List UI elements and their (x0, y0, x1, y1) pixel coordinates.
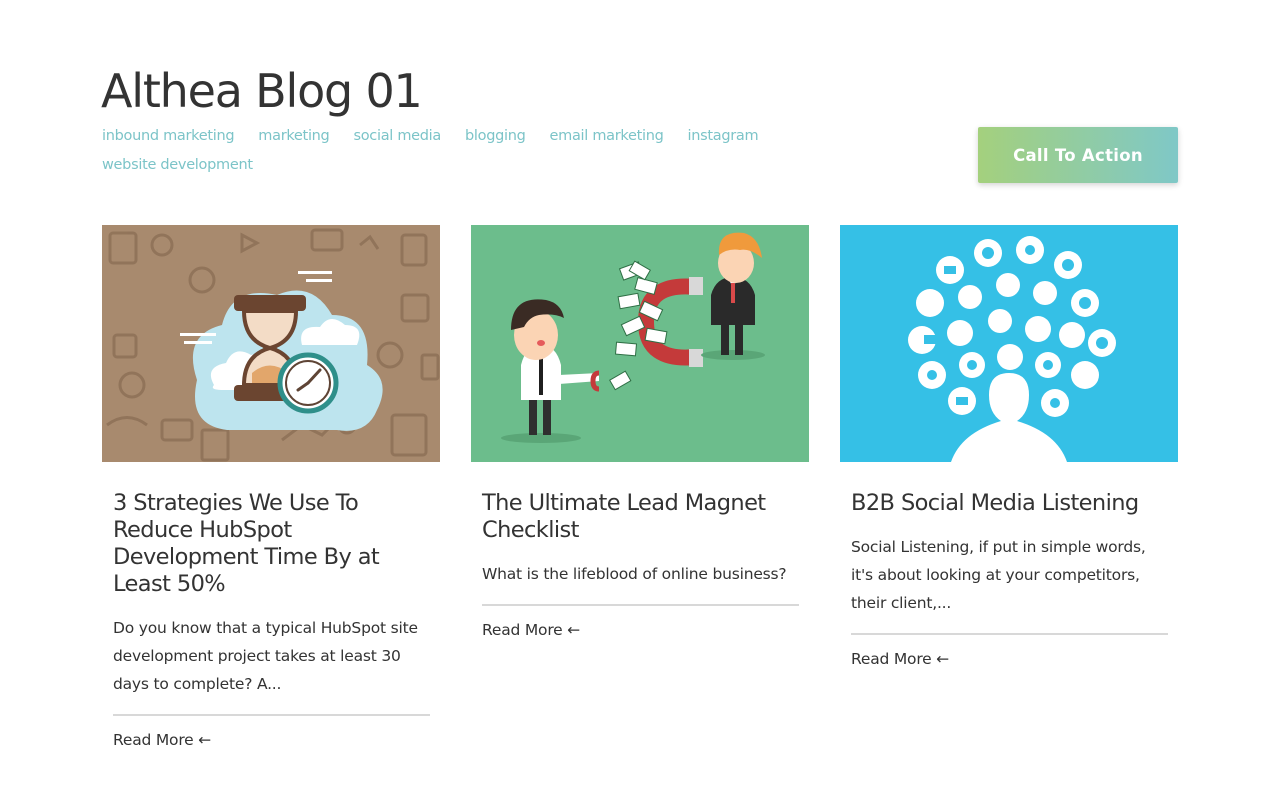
page: Althea Blog 01 inbound marketing marketi… (0, 0, 1280, 804)
divider (851, 633, 1168, 635)
post-excerpt: Do you know that a typical HubSpot site … (113, 619, 418, 693)
tag-email-marketing[interactable]: email marketing (550, 126, 664, 147)
tag-list: inbound marketing marketing social media… (102, 126, 822, 176)
tag-website-development[interactable]: website development (102, 155, 253, 176)
read-more-link[interactable]: Read More ← (113, 731, 211, 749)
tag-inbound-marketing[interactable]: inbound marketing (102, 126, 235, 147)
tag-marketing[interactable]: marketing (258, 126, 329, 147)
post-thumbnail-link[interactable] (102, 225, 440, 462)
post-title[interactable]: The Ultimate Lead Magnet Checklist (482, 490, 798, 544)
divider (113, 714, 430, 716)
post-card: B2B Social Media Listening Social Listen… (840, 225, 1178, 669)
magnet-money-illustration (471, 225, 809, 462)
tag-instagram[interactable]: instagram (688, 126, 759, 147)
post-card: The Ultimate Lead Magnet Checklist What … (471, 225, 809, 640)
read-more-link[interactable]: Read More ← (482, 621, 580, 639)
tag-social-media[interactable]: social media (353, 126, 441, 147)
post-title[interactable]: 3 Strategies We Use To Reduce HubSpot De… (113, 490, 429, 598)
post-thumbnail-link[interactable] (471, 225, 809, 462)
call-to-action-button[interactable]: Call To Action (978, 127, 1178, 183)
post-card: 3 Strategies We Use To Reduce HubSpot De… (102, 225, 440, 750)
tag-blogging[interactable]: blogging (465, 126, 526, 147)
read-more-link[interactable]: Read More ← (851, 650, 949, 668)
post-thumbnail-link[interactable] (840, 225, 1178, 462)
post-excerpt: What is the lifeblood of online business… (482, 565, 787, 583)
post-excerpt: Social Listening, if put in simple words… (851, 538, 1146, 612)
blog-title: Althea Blog 01 (101, 64, 423, 118)
divider (482, 604, 799, 606)
post-title[interactable]: B2B Social Media Listening (851, 490, 1167, 517)
social-media-head-illustration (840, 225, 1178, 462)
hourglass-clock-illustration (102, 225, 440, 462)
